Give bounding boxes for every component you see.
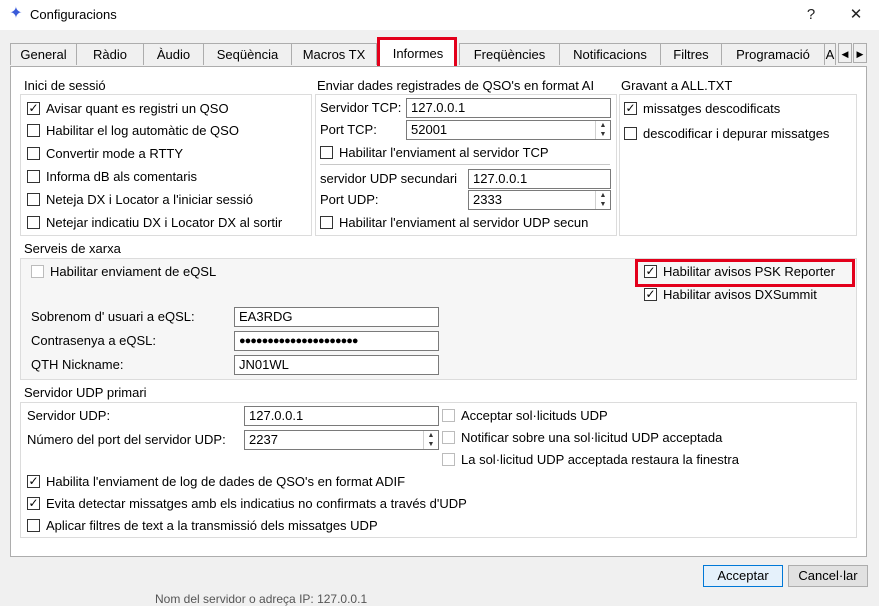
- checkbox[interactable]: [320, 216, 333, 229]
- help-button[interactable]: ?: [797, 2, 825, 28]
- scroll-right-icon[interactable]: ▶: [853, 43, 867, 63]
- accept-button[interactable]: Acceptar: [703, 565, 783, 587]
- checkbox[interactable]: [27, 216, 40, 229]
- udp-port-value: 2333: [473, 192, 502, 207]
- udp-enable-checkbox[interactable]: Habilitar l'enviament al servidor UDP se…: [320, 213, 614, 233]
- tcp-server-input[interactable]: 127.0.0.1: [406, 98, 611, 118]
- tab-audio[interactable]: Àudio: [143, 43, 204, 65]
- udp-secondary-label: servidor UDP secundari: [320, 171, 458, 186]
- qth-nickname-input[interactable]: JN01WL: [234, 355, 439, 375]
- divider: [320, 164, 610, 165]
- scroll-left-icon[interactable]: ◀: [838, 43, 852, 63]
- tab-general[interactable]: General: [10, 43, 77, 65]
- checkbox[interactable]: [31, 265, 44, 278]
- login-group-title: Inici de sessió: [24, 78, 106, 93]
- tab-scroll: ◀ ▶: [838, 43, 868, 63]
- checkbox[interactable]: [442, 453, 455, 466]
- background-window-text: Nom del servidor o adreça IP: 127.0.0.1: [155, 592, 368, 606]
- tab-sequencia[interactable]: Seqüència: [203, 43, 292, 65]
- udp-port-value: 2237: [249, 432, 278, 447]
- tab-overflow[interactable]: A: [824, 43, 836, 65]
- tcp-server-label: Servidor TCP:: [320, 100, 402, 115]
- cancel-button[interactable]: Cancel·lar: [788, 565, 868, 587]
- close-button[interactable]: ✕: [842, 2, 870, 28]
- udp-secondary-input[interactable]: 127.0.0.1: [468, 169, 611, 189]
- tcp-port-label: Port TCP:: [320, 122, 377, 137]
- udp-port-input[interactable]: 2333 ▲ ▼: [468, 190, 611, 210]
- eqsl-password-label: Contrasenya a eQSL:: [31, 333, 157, 348]
- eqsl-user-label: Sobrenom d' usuari a eQSL:: [31, 309, 195, 324]
- tab-notificacions[interactable]: Notificacions: [559, 43, 661, 65]
- checkbox[interactable]: [442, 409, 455, 422]
- tab-frequencies[interactable]: Freqüències: [459, 43, 560, 65]
- spin-arrows-icon[interactable]: ▲ ▼: [423, 431, 438, 449]
- udp-server-label: Servidor UDP:: [27, 408, 111, 423]
- checkbox[interactable]: ✓: [27, 475, 40, 488]
- tab-filtres[interactable]: Filtres: [660, 43, 722, 65]
- checkbox[interactable]: [27, 170, 40, 183]
- udp-port-input[interactable]: 2237 ▲ ▼: [244, 430, 439, 450]
- tcp-port-value: 52001: [411, 122, 448, 137]
- checkbox[interactable]: ✓: [27, 102, 40, 115]
- checkbox[interactable]: [27, 124, 40, 137]
- alltxt-group-title: Gravant a ALL.TXT: [621, 78, 733, 93]
- tab-macros-tx[interactable]: Macros TX: [291, 43, 377, 65]
- tab-programacio[interactable]: Programació: [721, 43, 825, 65]
- checkbox[interactable]: [27, 193, 40, 206]
- checkbox[interactable]: [27, 519, 40, 532]
- spin-arrows-icon[interactable]: ▲ ▼: [595, 121, 610, 139]
- tcp-port-input[interactable]: 52001 ▲ ▼: [406, 120, 611, 140]
- network-group-title: Serveis de xarxa: [24, 241, 121, 256]
- eqsl-user-input[interactable]: EA3RDG: [234, 307, 439, 327]
- title-bar: [0, 0, 879, 30]
- eqsl-password-input[interactable]: ●●●●●●●●●●●●●●●●●●●●●: [234, 331, 439, 351]
- checkbox[interactable]: [27, 147, 40, 160]
- udp-port-label: Número del port del servidor UDP:: [27, 432, 226, 447]
- checkbox[interactable]: ✓: [624, 102, 637, 115]
- udp-group-title: Servidor UDP primari: [24, 385, 147, 400]
- udp-server-input[interactable]: 127.0.0.1: [244, 406, 439, 426]
- checkbox[interactable]: ✓: [27, 497, 40, 510]
- checkbox[interactable]: [442, 431, 455, 444]
- window-title: Configuracions: [30, 7, 117, 22]
- psk-highlight: [635, 259, 855, 287]
- tab-radio[interactable]: Ràdio: [76, 43, 144, 65]
- spin-arrows-icon[interactable]: ▲ ▼: [595, 191, 610, 209]
- udp-port-label: Port UDP:: [320, 192, 379, 207]
- checkbox[interactable]: ✓: [644, 288, 657, 301]
- send-group-title: Enviar dades registrades de QSO's en for…: [317, 78, 595, 93]
- star-app-icon: ✦: [9, 5, 23, 22]
- checkbox[interactable]: [320, 146, 333, 159]
- qth-nickname-label: QTH Nickname:: [31, 357, 124, 372]
- checkbox[interactable]: [624, 127, 637, 140]
